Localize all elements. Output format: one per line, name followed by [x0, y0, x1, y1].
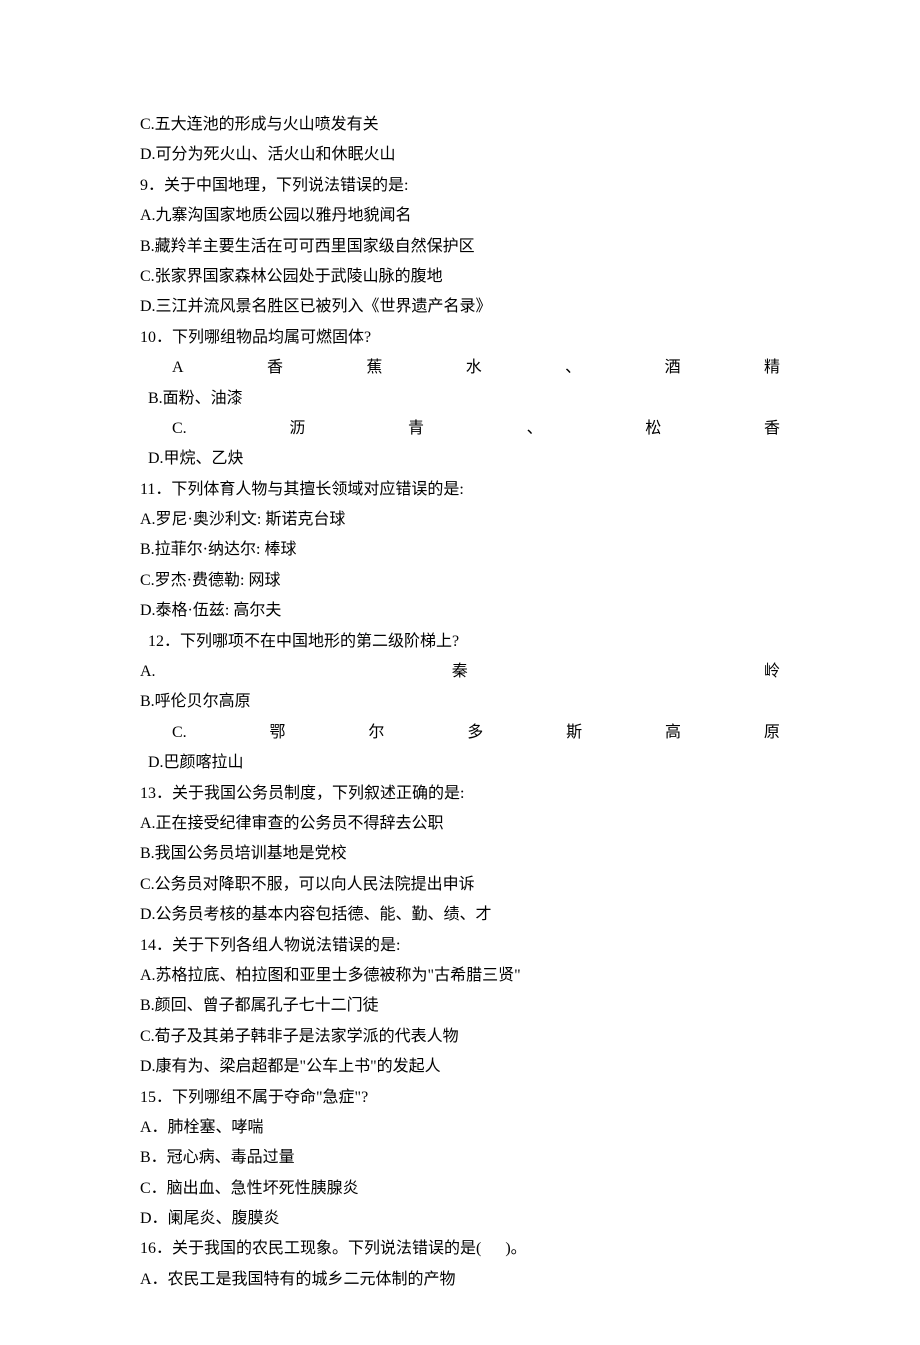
- question-stem: 13．关于我国公务员制度，下列叙述正确的是:: [140, 779, 780, 809]
- option-d: D．阑尾炎、腹膜炎: [140, 1204, 780, 1234]
- char: 秦: [452, 657, 468, 687]
- char: A: [172, 353, 184, 383]
- char: 酒: [665, 353, 681, 383]
- option-c: C．脑出血、急性坏死性胰腺炎: [140, 1174, 780, 1204]
- option-b: B.颜回、曾子都属孔子七十二门徒: [140, 991, 780, 1021]
- question-stem: 12．下列哪项不在中国地形的第二级阶梯上?: [140, 627, 780, 657]
- char: A.: [140, 657, 156, 687]
- char: 香: [764, 414, 780, 444]
- question-stem: 16．关于我国的农民工现象。下列说法错误的是( )。: [140, 1234, 780, 1264]
- question-stem: 9．关于中国地理，下列说法错误的是:: [140, 171, 780, 201]
- option-a: A.苏格拉底、柏拉图和亚里士多德被称为"古希腊三贤": [140, 961, 780, 991]
- option-a: A.罗尼·奥沙利文: 斯诺克台球: [140, 505, 780, 535]
- char: 岭: [764, 657, 780, 687]
- char: 、: [527, 414, 543, 444]
- option-b: B.呼伦贝尔高原: [140, 687, 780, 717]
- option-d: D.泰格·伍兹: 高尔夫: [140, 596, 780, 626]
- option-a-justified: A. 秦 岭: [140, 657, 780, 687]
- text-line: C.五大连池的形成与火山喷发有关: [140, 110, 780, 140]
- option-d: D.康有为、梁启超都是"公车上书"的发起人: [140, 1052, 780, 1082]
- option-c: C.荀子及其弟子韩非子是法家学派的代表人物: [140, 1022, 780, 1052]
- option-d: D.公务员考核的基本内容包括德、能、勤、绩、才: [140, 900, 780, 930]
- question-stem: 10．下列哪组物品均属可燃固体?: [140, 323, 780, 353]
- char: 鄂: [270, 718, 286, 748]
- char: 松: [645, 414, 661, 444]
- text-line: D.可分为死火山、活火山和休眠火山: [140, 140, 780, 170]
- char: 精: [764, 353, 780, 383]
- option-c: C.公务员对降职不服，可以向人民法院提出申诉: [140, 870, 780, 900]
- option-d: D.三江并流风景名胜区已被列入《世界遗产名录》: [140, 292, 780, 322]
- option-c: C.罗杰·费德勒: 网球: [140, 566, 780, 596]
- char: 高: [665, 718, 681, 748]
- option-b: B．冠心病、毒品过量: [140, 1143, 780, 1173]
- option-a: A．农民工是我国特有的城乡二元体制的产物: [140, 1265, 780, 1295]
- option-b: B.拉菲尔·纳达尔: 棒球: [140, 535, 780, 565]
- option-d: D.甲烷、乙炔: [140, 444, 780, 474]
- char: C.: [172, 718, 187, 748]
- option-d: D.巴颜喀拉山: [140, 748, 780, 778]
- option-a: A.正在接受纪律审查的公务员不得辞去公职: [140, 809, 780, 839]
- option-b: B.我国公务员培训基地是党校: [140, 839, 780, 869]
- option-c: C.张家界国家森林公园处于武陵山脉的腹地: [140, 262, 780, 292]
- option-a: A．肺栓塞、哮喘: [140, 1113, 780, 1143]
- question-stem: 15．下列哪组不属于夺命"急症"?: [140, 1083, 780, 1113]
- char: 尔: [368, 718, 384, 748]
- char: 蕉: [366, 353, 382, 383]
- option-a: A.九寨沟国家地质公园以雅丹地貌闻名: [140, 201, 780, 231]
- document-page: C.五大连池的形成与火山喷发有关 D.可分为死火山、活火山和休眠火山 9．关于中…: [0, 0, 920, 1345]
- char: 斯: [566, 718, 582, 748]
- question-stem: 14．关于下列各组人物说法错误的是:: [140, 931, 780, 961]
- char: 沥: [289, 414, 305, 444]
- option-b: B.藏羚羊主要生活在可可西里国家级自然保护区: [140, 232, 780, 262]
- char: 、: [565, 353, 581, 383]
- question-stem: 11．下列体育人物与其擅长领域对应错误的是:: [140, 475, 780, 505]
- char: 水: [466, 353, 482, 383]
- char: C.: [172, 414, 187, 444]
- char: 香: [267, 353, 283, 383]
- option-a-justified: A 香 蕉 水 、 酒 精: [140, 353, 780, 383]
- option-c-justified: C. 鄂 尔 多 斯 高 原: [140, 718, 780, 748]
- char: 青: [408, 414, 424, 444]
- option-b: B.面粉、油漆: [140, 384, 780, 414]
- char: 原: [764, 718, 780, 748]
- char: 多: [467, 718, 483, 748]
- option-c-justified: C. 沥 青 、 松 香: [140, 414, 780, 444]
